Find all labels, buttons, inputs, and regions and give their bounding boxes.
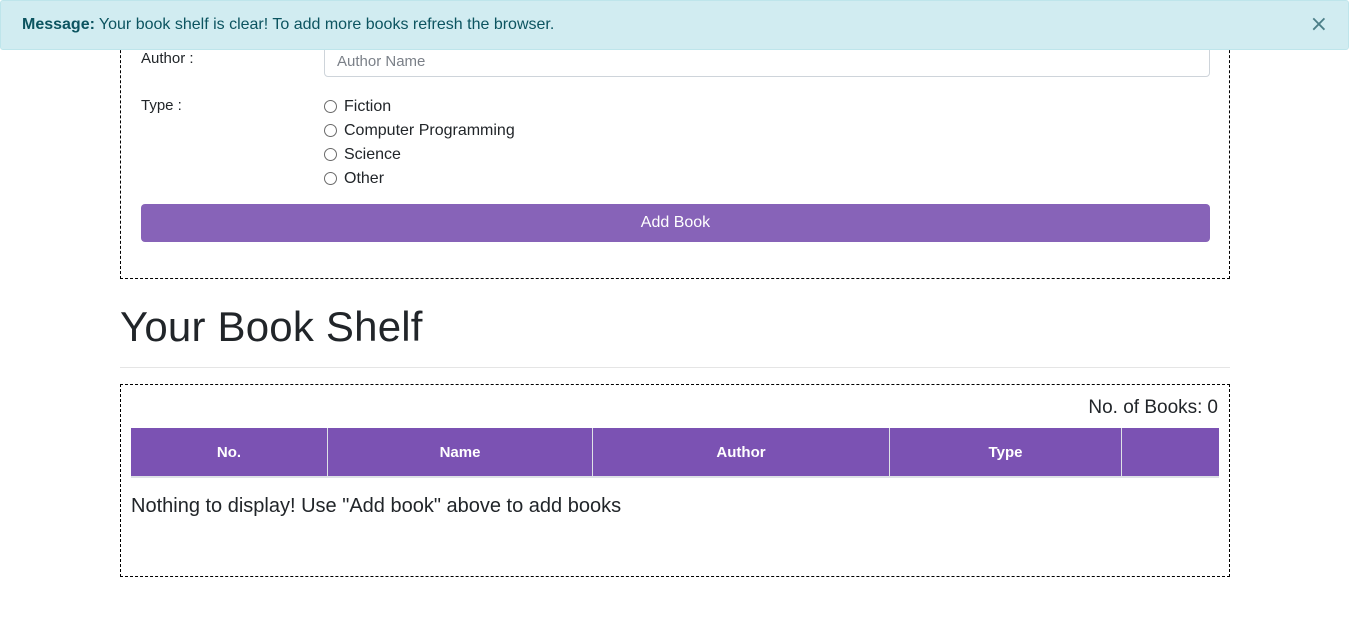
info-alert: Message: Your book shelf is clear! To ad… [0,0,1349,50]
type-option-fiction[interactable]: Fiction [324,95,515,119]
divider [120,367,1230,368]
type-option-label: Fiction [344,98,392,115]
radio-button[interactable] [324,171,337,185]
book-shelf-panel: No. of Books: 0 No. Name Author Type Noth… [120,384,1230,577]
add-book-button[interactable]: Add Book [141,204,1210,242]
column-header-no: No. [131,428,328,476]
table-header: No. Name Author Type [131,428,1219,478]
radio-button[interactable] [324,123,337,137]
alert-message: Your book shelf is clear! To add more bo… [98,16,555,33]
type-option-label: Science [344,146,401,163]
radio-button[interactable] [324,147,337,161]
type-option-other[interactable]: Other [324,167,515,191]
type-option-label: Computer Programming [344,122,515,139]
radio-button[interactable] [324,99,337,113]
empty-state-message: Nothing to display! Use "Add book" above… [131,495,622,517]
column-header-actions [1122,428,1219,476]
column-header-type: Type [890,428,1122,476]
author-placeholder: Author Name [337,52,426,70]
column-header-author: Author [593,428,890,476]
author-label: Author : [141,50,194,67]
page-title: Your Book Shelf [120,303,423,350]
book-count-value: 0 [1207,397,1218,418]
type-option-computer-programming[interactable]: Computer Programming [324,119,515,143]
type-option-science[interactable]: Science [324,143,515,167]
page: Message: Your book shelf is clear! To ad… [0,0,1349,621]
type-radio-group: Fiction Computer Programming Science Oth… [324,95,515,191]
close-icon[interactable]: × [1310,14,1328,36]
type-option-label: Other [344,170,385,187]
alert-label: Message: [22,16,95,33]
column-header-name: Name [328,428,593,476]
book-count: No. of Books: 0 [1088,397,1218,419]
type-label: Type : [141,97,182,114]
book-count-label: No. of Books: [1088,397,1203,418]
add-book-form: Author : Author Name Type : Fiction Comp… [120,20,1230,279]
